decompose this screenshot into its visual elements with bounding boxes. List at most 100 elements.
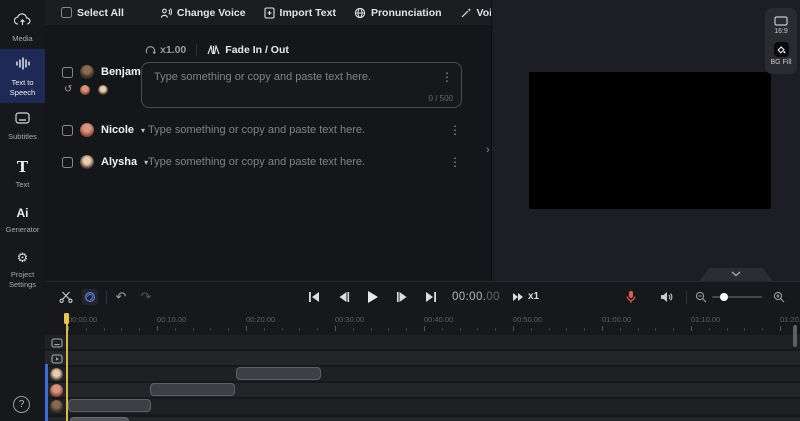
undo-icon: ↶: [115, 289, 127, 305]
ruler-tick: [513, 326, 514, 331]
ruler-tick: [68, 326, 69, 331]
help-button[interactable]: ?: [13, 396, 30, 413]
zoom-out-button[interactable]: [693, 289, 709, 305]
subtitle-track-icon[interactable]: [50, 336, 63, 349]
magic-wand-icon: [460, 7, 472, 19]
monitor-icon: [774, 16, 788, 26]
pronunciation-label: Pronunciation: [370, 6, 442, 19]
timeline-zoom-slider[interactable]: [712, 293, 762, 301]
cloud-upload-icon: [14, 11, 31, 27]
more-options-icon[interactable]: ⋮: [449, 156, 461, 168]
aspect-ratio-label: 16:9: [774, 27, 788, 35]
ruler-tick: [673, 328, 675, 331]
panel-expand-chevron-icon[interactable]: ›: [486, 144, 490, 156]
sidebar-item-text-to-speech[interactable]: Text to Speech: [0, 48, 45, 104]
track-benjamin-sub[interactable]: [45, 417, 800, 421]
aspect-ratio-button[interactable]: 16:9: [774, 16, 788, 35]
collapse-preview-tab[interactable]: [699, 268, 773, 281]
skip-to-end-button[interactable]: [423, 289, 439, 305]
zoom-in-button[interactable]: [771, 289, 787, 305]
recent-voice-alysha[interactable]: [98, 84, 109, 95]
redo-button[interactable]: ↷: [138, 289, 154, 305]
gear-icon: ⚙: [16, 251, 29, 267]
track-nicole[interactable]: [45, 383, 800, 397]
undo-button[interactable]: ↶: [113, 289, 129, 305]
placeholder-text[interactable]: Type something or copy and paste text he…: [148, 124, 365, 136]
ruler-tick: [281, 328, 283, 331]
fade-icon: [207, 45, 220, 55]
recent-voice-nicole[interactable]: [80, 84, 91, 95]
zoom-slider-knob[interactable]: [720, 293, 728, 301]
avatar-alysha[interactable]: [80, 155, 94, 169]
ruler-tick: [762, 328, 764, 331]
sidebar-item-subtitles[interactable]: Subtitles: [0, 103, 45, 147]
track-alysha[interactable]: [45, 367, 800, 381]
track-benjamin[interactable]: [45, 399, 800, 414]
ruler-tick: [246, 326, 247, 331]
row-checkbox[interactable]: [62, 66, 73, 78]
timeline-scrollbar[interactable]: [793, 325, 797, 347]
avatar-nicole[interactable]: [80, 123, 94, 137]
more-options-icon[interactable]: ⋮: [449, 124, 461, 136]
sidebar-item-text[interactable]: T Text: [0, 152, 45, 195]
previous-frame-button[interactable]: [336, 289, 352, 305]
pronunciation-button[interactable]: Pronunciation: [354, 7, 442, 19]
row-checkbox[interactable]: [62, 124, 73, 136]
change-voice-button[interactable]: Change Voice: [160, 7, 246, 19]
ruler-tick: [459, 328, 461, 331]
play-button[interactable]: [364, 289, 380, 305]
scissors-icon: [59, 291, 73, 303]
ruler-tick: [299, 328, 301, 331]
sidebar-item-generator[interactable]: Ai Generator: [0, 197, 45, 240]
speed-control[interactable]: x1.00: [145, 44, 186, 56]
speed-icon: [145, 45, 156, 54]
playhead[interactable]: [66, 313, 68, 421]
timeline-clip-benjamin-sub[interactable]: [69, 417, 129, 421]
track-avatar-benjamin[interactable]: [50, 400, 63, 413]
sidebar-item-media[interactable]: Media: [0, 4, 45, 49]
select-all-control[interactable]: Select All: [61, 7, 124, 19]
volume-button[interactable]: [658, 289, 674, 305]
playback-speed-button[interactable]: x1: [512, 291, 539, 302]
more-options-icon[interactable]: ⋮: [441, 71, 453, 83]
pronunciation-icon: [354, 7, 366, 19]
row-checkbox[interactable]: [62, 156, 73, 168]
timeline-panel: ↶ ↷ 00:00.00 x1 00:00.00 00:10.00 00:20.…: [45, 281, 800, 421]
video-track-icon[interactable]: [50, 352, 63, 365]
track-avatar-alysha[interactable]: [50, 368, 63, 381]
ruler-tick: [691, 326, 692, 331]
sidebar-item-project-settings[interactable]: ⚙ Project Settings: [0, 242, 45, 295]
timeline-clip-nicole[interactable]: [149, 383, 236, 396]
video-preview[interactable]: [529, 72, 771, 209]
voice-name: Nicole: [101, 124, 135, 136]
track-subtitle[interactable]: [45, 335, 800, 349]
playhead-handle[interactable]: [64, 313, 69, 324]
smart-tool-button[interactable]: [82, 289, 98, 305]
fade-in-out-button[interactable]: Fade In / Out: [207, 44, 289, 56]
ruler-tick: [726, 328, 728, 331]
skip-to-start-button[interactable]: [306, 289, 322, 305]
history-icon[interactable]: ↺: [64, 84, 72, 95]
zoom-out-icon: [695, 291, 707, 303]
track-avatar-nicole[interactable]: [50, 384, 63, 397]
tts-text-input[interactable]: [142, 63, 461, 107]
split-button[interactable]: [58, 289, 74, 305]
timeline-ruler[interactable]: 00:00.00 00:10.00 00:20.00 00:30.00 00:40.00…: [45, 312, 800, 334]
import-text-button[interactable]: Import Text: [263, 7, 336, 19]
preview-panel: 16:9 BG Fill: [491, 0, 800, 281]
timeline-clip-benjamin[interactable]: [68, 399, 151, 412]
placeholder-text[interactable]: Type something or copy and paste text he…: [148, 156, 365, 168]
redo-icon: ↷: [140, 289, 152, 305]
select-all-checkbox[interactable]: [61, 7, 72, 18]
timeline-clip-alysha[interactable]: [236, 367, 321, 380]
tts-textbox: ⋮ 0 / 500: [141, 62, 462, 108]
timecode-main: 00:00.: [452, 291, 487, 303]
bg-fill-button[interactable]: BG Fill: [771, 42, 792, 66]
avatar-benjamin[interactable]: [80, 65, 94, 79]
ruler-tick: [121, 328, 123, 331]
next-frame-button[interactable]: [394, 289, 410, 305]
record-voiceover-button[interactable]: [623, 289, 639, 305]
track-video[interactable]: [45, 351, 800, 365]
preview-controls: 16:9 BG Fill: [765, 8, 797, 74]
chevron-down-icon[interactable]: ▾: [141, 126, 145, 135]
